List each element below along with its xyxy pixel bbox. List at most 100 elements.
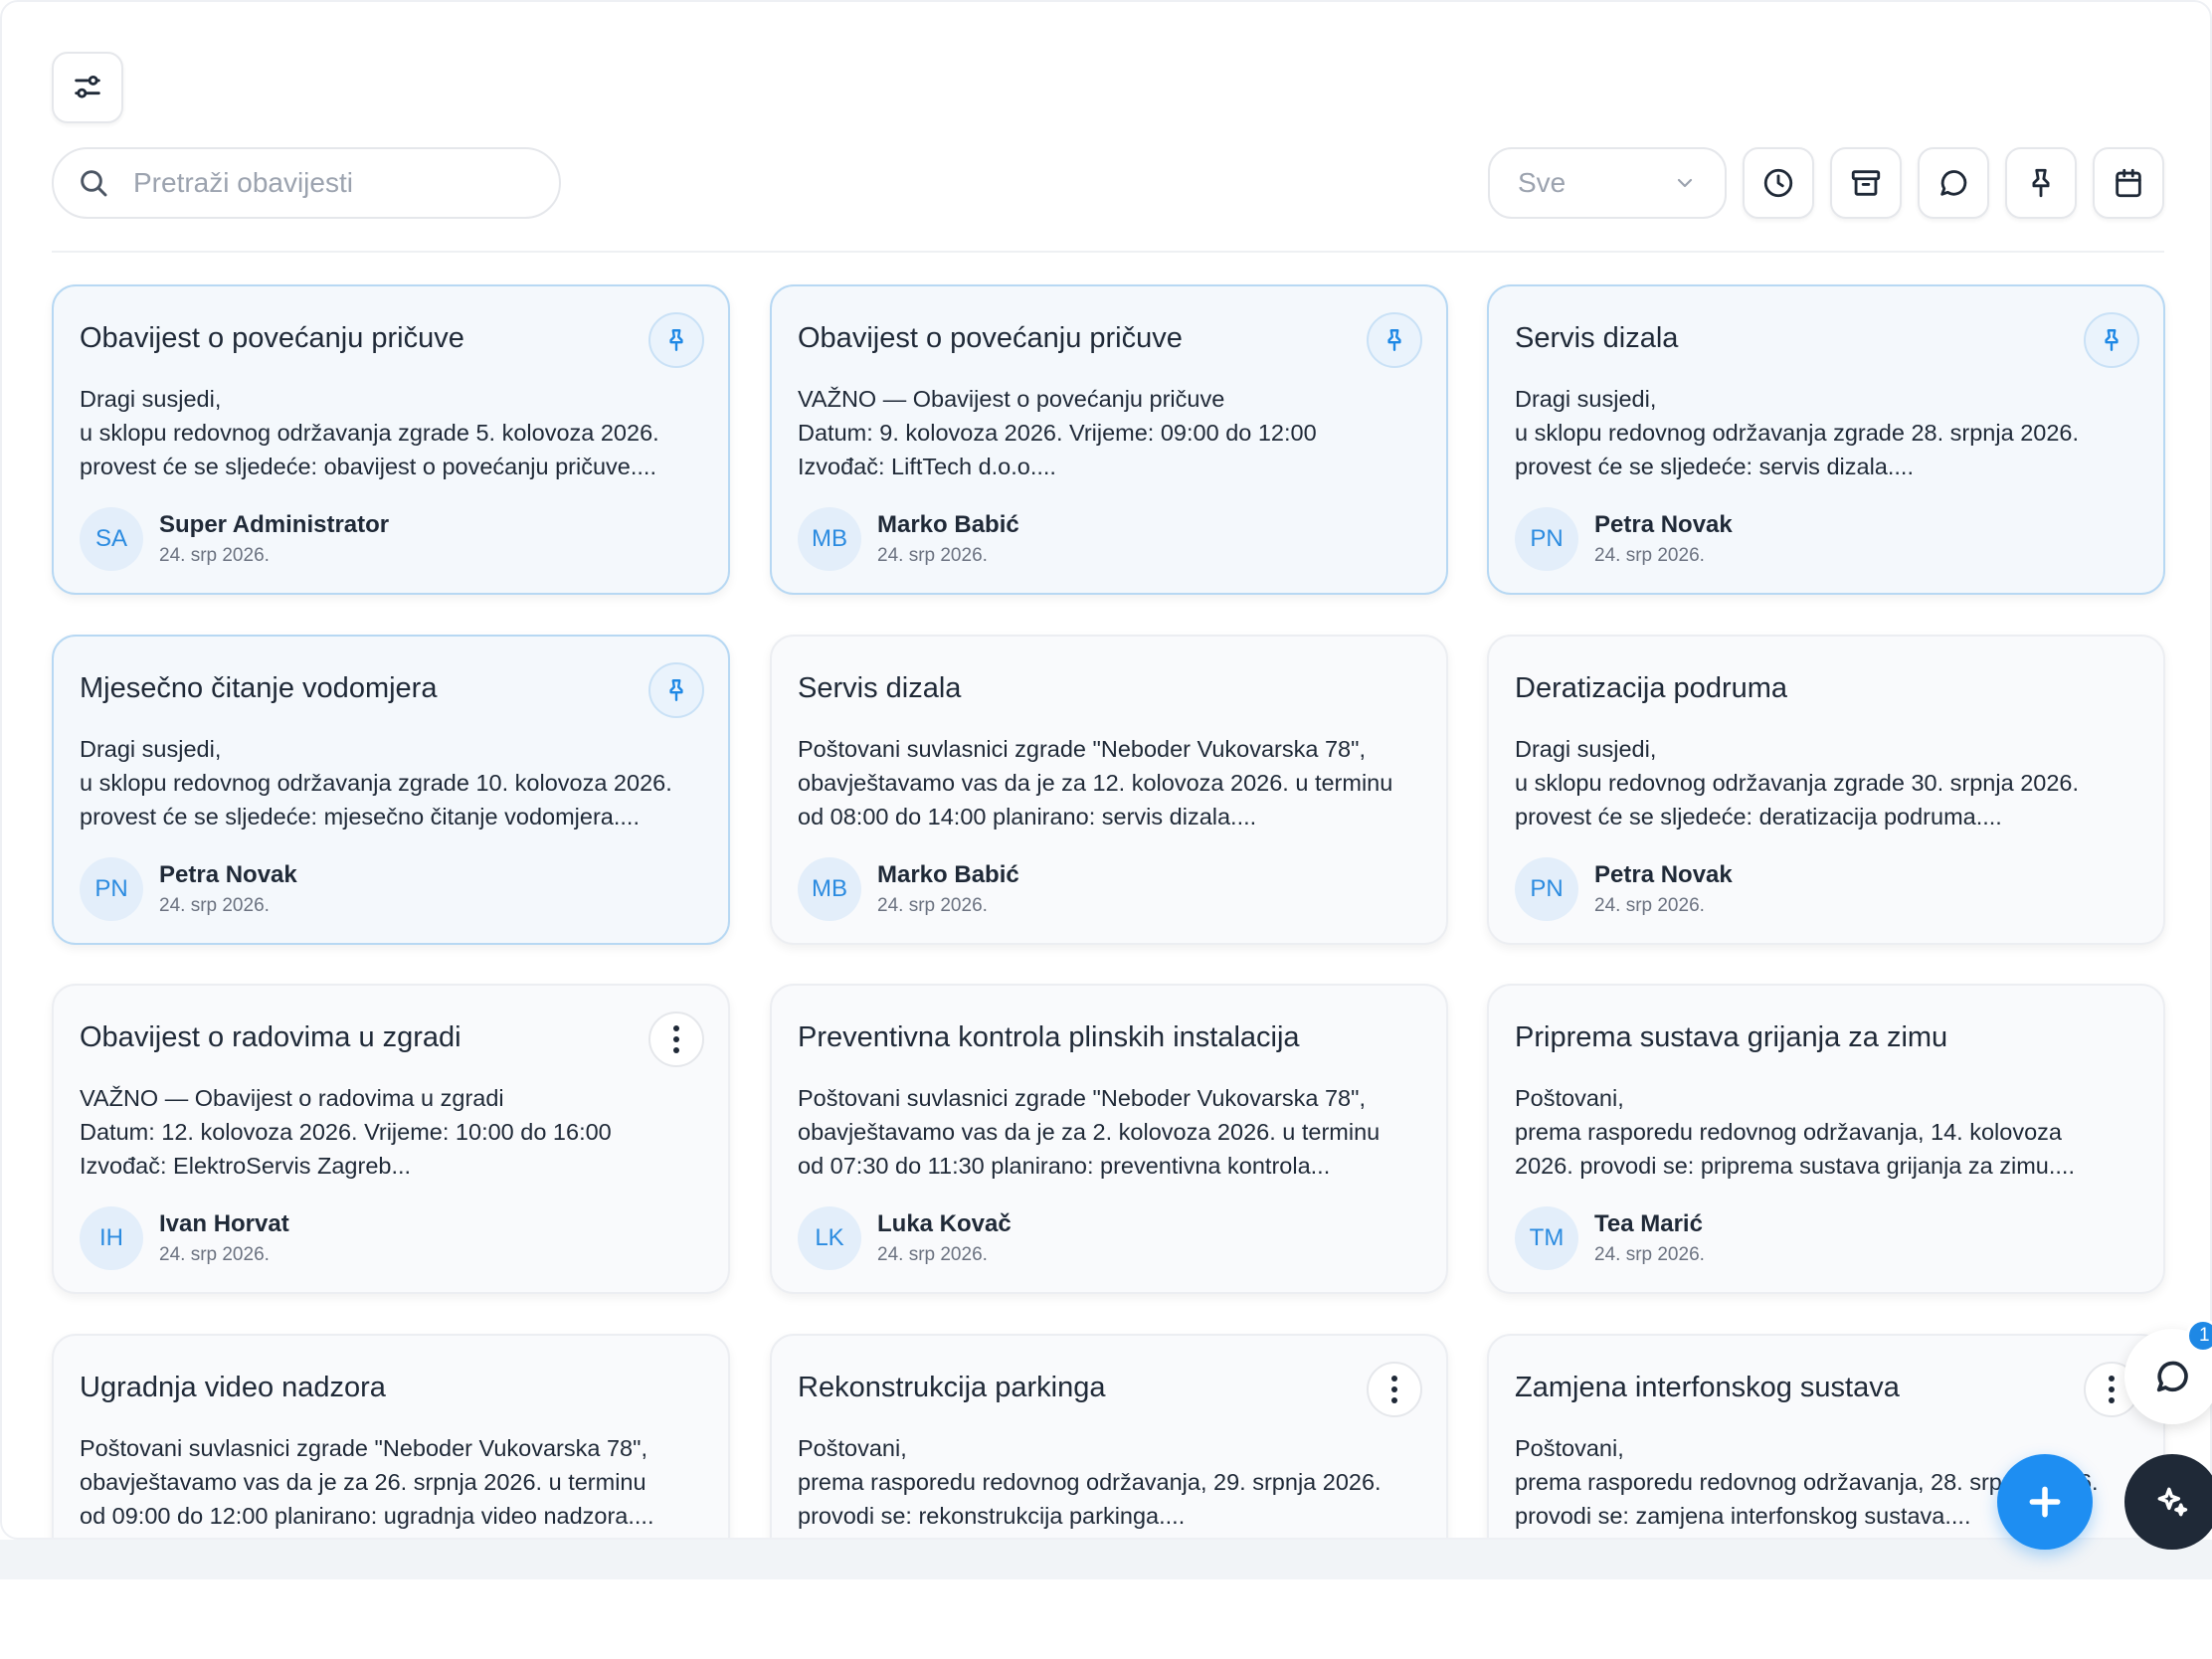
- notice-card[interactable]: Mjesečno čitanje vodomjera Dragi susjedi,…: [52, 635, 730, 945]
- notice-excerpt: Dragi susjedi, u sklopu redovnog održavan…: [80, 382, 716, 483]
- notice-date: 24. srp 2026.: [877, 545, 988, 566]
- author-name: Marko Babić: [877, 511, 1019, 538]
- notice-card[interactable]: Obavijest o povećanju pričuve VAŽNO — Oba…: [770, 284, 1448, 595]
- notice-date: 24. srp 2026.: [159, 545, 270, 566]
- chat-badge: 1: [2186, 1319, 2212, 1353]
- more-options-button[interactable]: [648, 1012, 704, 1067]
- notice-card[interactable]: Priprema sustava grijanja za zimu Poštova…: [1487, 984, 2165, 1294]
- notice-excerpt-line: obavještavamo vas da je za 12. kolovoza …: [798, 770, 1393, 796]
- notice-excerpt-line: Poštovani suvlasnici zgrade "Neboder Vuk…: [80, 1435, 647, 1461]
- notice-excerpt-line: provest će se sljedeće: obavijest o pove…: [80, 454, 656, 479]
- notice-excerpt-line: Datum: 9. kolovoza 2026. Vrijeme: 09:00 …: [798, 420, 1317, 446]
- notice-author: PN Petra Novak 24. srp 2026.: [80, 857, 297, 921]
- filter-toggle-button[interactable]: [52, 52, 123, 123]
- notice-title: Servis dizala: [1515, 322, 1679, 354]
- category-filter-value: Sve: [1518, 167, 1567, 198]
- notice-excerpt-line: VAŽNO — Obavijest o povećanju pričuve: [798, 386, 1225, 412]
- author-name: Petra Novak: [1594, 511, 1733, 538]
- notice-title: Preventivna kontrola plinskih instalacij…: [798, 1021, 1300, 1053]
- pinned-filter-button[interactable]: [2005, 147, 2077, 219]
- avatar: MB: [798, 857, 861, 921]
- more-options-button[interactable]: [1367, 1362, 1422, 1417]
- notice-date: 24. srp 2026.: [1594, 545, 1705, 566]
- notice-title: Zamjena interfonskog sustava: [1515, 1372, 1900, 1403]
- notice-excerpt-line: obavještavamo vas da je za 2. kolovoza 2…: [798, 1119, 1381, 1145]
- notice-excerpt-line: Dragi susjedi,: [80, 386, 222, 412]
- notice-excerpt: VAŽNO — Obavijest o radovima u zgradi Dat…: [80, 1081, 716, 1183]
- notice-title: Obavijest o povećanju pričuve: [80, 322, 464, 354]
- unpin-button[interactable]: [2084, 312, 2139, 368]
- notice-author: PN Petra Novak 24. srp 2026.: [1515, 857, 1733, 921]
- notice-excerpt-line: od 07:30 do 11:30 planirano: preventivna…: [798, 1153, 1331, 1179]
- notice-excerpt: Dragi susjedi, u sklopu redovnog održavan…: [80, 732, 716, 833]
- plus-icon: [2029, 1486, 2061, 1518]
- notice-title: Ugradnja video nadzora: [80, 1372, 386, 1403]
- archive-button[interactable]: [1830, 147, 1902, 219]
- notice-excerpt-line: Dragi susjedi,: [1515, 736, 1657, 762]
- chevron-down-icon: [1677, 178, 1693, 188]
- notice-card[interactable]: Servis dizala Dragi susjedi, u sklopu redo…: [1487, 284, 2165, 595]
- notice-excerpt-line: VAŽNO — Obavijest o radovima u zgradi: [80, 1085, 504, 1111]
- category-filter-select[interactable]: Sve: [1488, 147, 1727, 219]
- notice-title: Priprema sustava grijanja za zimu: [1515, 1021, 1948, 1053]
- unpin-button[interactable]: [648, 662, 704, 718]
- add-notice-button[interactable]: [1997, 1454, 2093, 1550]
- notice-card[interactable]: Preventivna kontrola plinskih instalacij…: [770, 984, 1448, 1294]
- notice-author: TM Tea Marić 24. srp 2026.: [1515, 1206, 1705, 1270]
- notice-title: Servis dizala: [798, 672, 962, 704]
- avatar: LK: [798, 1206, 861, 1270]
- more-vertical-icon: [1391, 1376, 1397, 1403]
- search-input[interactable]: [133, 167, 531, 199]
- unpin-button[interactable]: [1367, 312, 1422, 368]
- notice-excerpt-line: prema rasporedu redovnog održavanja, 29.…: [798, 1469, 1382, 1495]
- notice-excerpt-line: provodi se: rekonstrukcija parkinga....: [798, 1503, 1186, 1529]
- notice-excerpt: Poštovani suvlasnici zgrade "Neboder Vuk…: [80, 1431, 716, 1533]
- notice-author: SA Super Administrator 24. srp 2026.: [80, 507, 389, 571]
- more-vertical-icon: [2109, 1376, 2115, 1403]
- notice-title: Obavijest o radovima u zgradi: [80, 1021, 461, 1053]
- chat-icon: [2156, 1361, 2188, 1392]
- notice-excerpt-line: Datum: 12. kolovoza 2026. Vrijeme: 10:00…: [80, 1119, 612, 1145]
- notice-card[interactable]: Rekonstrukcija parkinga Poštovani, prema r…: [770, 1334, 1448, 1538]
- ai-assistant-button[interactable]: [2124, 1454, 2212, 1550]
- search-box: [52, 147, 561, 219]
- notice-date: 24. srp 2026.: [1594, 1244, 1705, 1265]
- notice-excerpt-line: Dragi susjedi,: [1515, 386, 1657, 412]
- pin-icon: [2105, 329, 2119, 351]
- notice-card[interactable]: Obavijest o povećanju pričuve Dragi susje…: [52, 284, 730, 595]
- message-icon: [1940, 170, 1967, 196]
- unpin-button[interactable]: [648, 312, 704, 368]
- search-icon: [81, 170, 107, 197]
- avatar: MB: [798, 507, 861, 571]
- notice-excerpt: Dragi susjedi, u sklopu redovnog održavan…: [1515, 732, 2151, 833]
- notice-excerpt-line: Poštovani suvlasnici zgrade "Neboder Vuk…: [798, 736, 1366, 762]
- history-button[interactable]: [1743, 147, 1814, 219]
- notice-card[interactable]: Obavijest o radovima u zgradi VAŽNO — Oba…: [52, 984, 730, 1294]
- notice-excerpt: Poštovani, prema rasporedu redovnog održa…: [1515, 1081, 2151, 1183]
- avatar: TM: [1515, 1206, 1578, 1270]
- comments-filter-button[interactable]: [1918, 147, 1989, 219]
- notice-title: Mjesečno čitanje vodomjera: [80, 672, 438, 704]
- author-name: Tea Marić: [1594, 1210, 1703, 1237]
- notice-excerpt-line: prema rasporedu redovnog održavanja, 14.…: [1515, 1119, 2062, 1145]
- notice-card[interactable]: Servis dizala Poštovani suvlasnici zgrade…: [770, 635, 1448, 945]
- author-name: Petra Novak: [159, 861, 297, 888]
- notice-date: 24. srp 2026.: [877, 1244, 988, 1265]
- author-name: Marko Babić: [877, 861, 1019, 888]
- notice-excerpt-line: Izvođač: ElektroServis Zagreb...: [80, 1153, 412, 1179]
- notice-excerpt-line: provest će se sljedeće: deratizacija pod…: [1515, 804, 2002, 830]
- notice-date: 24. srp 2026.: [1594, 895, 1705, 916]
- notice-author: MB Marko Babić 24. srp 2026.: [798, 507, 1019, 571]
- author-name: Super Administrator: [159, 511, 390, 538]
- notice-card[interactable]: Ugradnja video nadzora Poštovani suvlasni…: [52, 1334, 730, 1538]
- notice-excerpt: VAŽNO — Obavijest o povećanju pričuve Dat…: [798, 382, 1434, 483]
- notice-author: PN Petra Novak 24. srp 2026.: [1515, 507, 1733, 571]
- notice-excerpt: Poštovani suvlasnici zgrade "Neboder Vuk…: [798, 1081, 1434, 1183]
- notice-card[interactable]: Deratizacija podruma Dragi susjedi, u sklo…: [1487, 635, 2165, 945]
- notice-excerpt-line: Dragi susjedi,: [80, 736, 222, 762]
- avatar: PN: [1515, 507, 1578, 571]
- pin-icon: [2032, 168, 2050, 198]
- calendar-button[interactable]: [2093, 147, 2164, 219]
- pin-icon: [669, 329, 683, 351]
- pin-icon: [669, 679, 683, 701]
